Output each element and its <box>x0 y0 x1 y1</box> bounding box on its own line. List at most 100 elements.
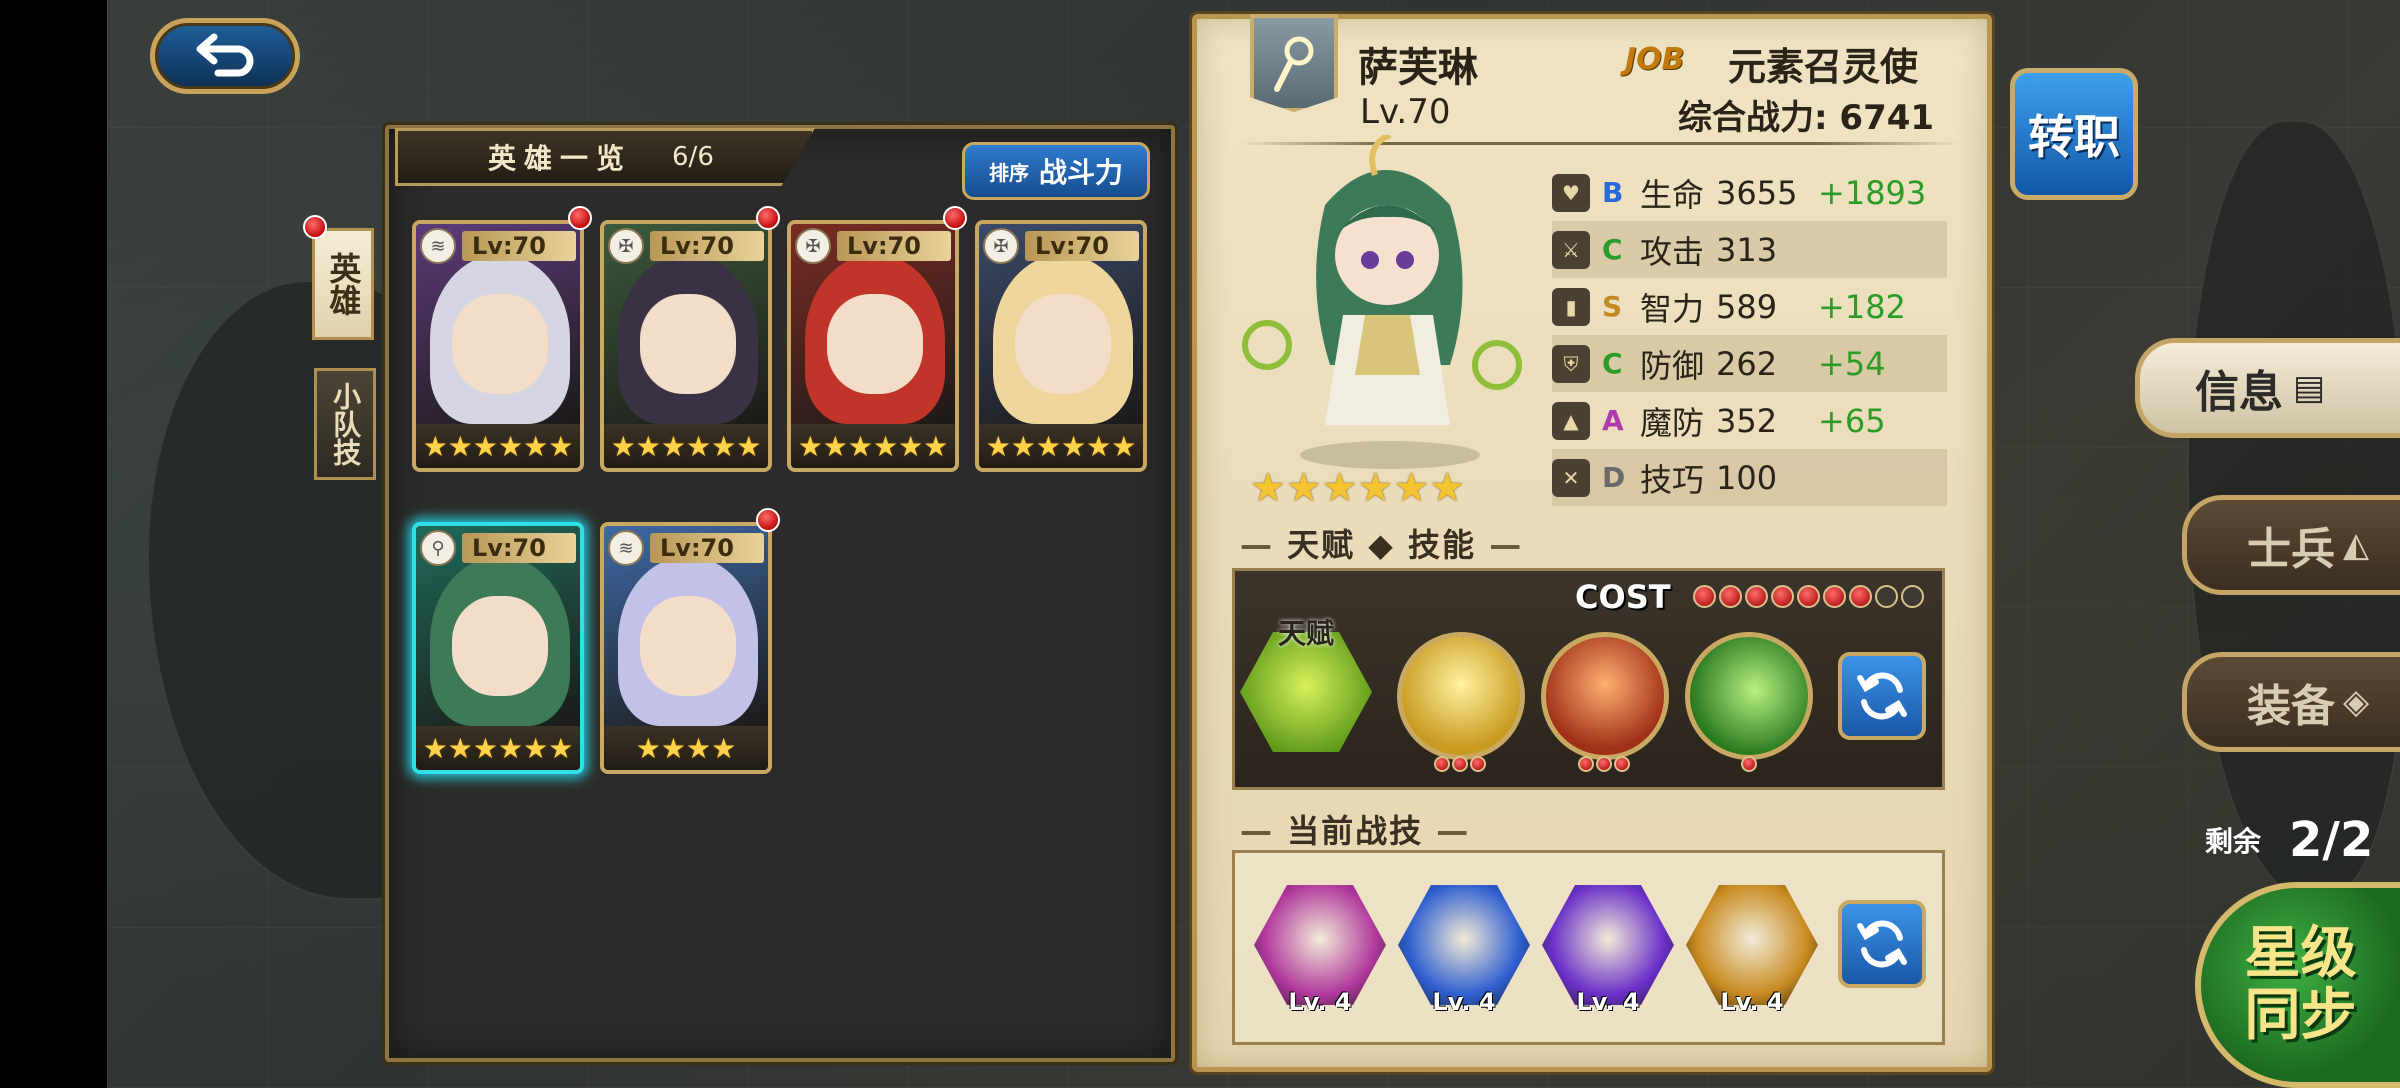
hero-count: 6/6 <box>672 142 714 172</box>
hero-card[interactable]: ✠ Lv:70 ★★★★★★ <box>787 220 959 472</box>
skill-icon-2[interactable] <box>1541 632 1669 760</box>
stat-value: 100 <box>1716 458 1778 497</box>
cost-dot <box>1797 585 1820 608</box>
battle-skill-heading-label: 当前战技 <box>1287 812 1424 850</box>
back-button[interactable] <box>150 18 300 94</box>
stat-row: ⛨ C 防御 262 +54 <box>1552 335 1947 392</box>
game-screen: 英雄一览 6/6 排序 战斗力 英雄 小队技 ≋ Lv:70 ★★★★★★ ✠ Lv:7… <box>0 0 2400 1088</box>
tab-heroes-new-badge <box>303 215 327 239</box>
cost-dot <box>1771 585 1794 608</box>
skill-2-pip <box>1596 756 1612 772</box>
equip-label: 装备 <box>2247 681 2335 732</box>
tab-heroes[interactable]: 英雄 <box>312 228 374 340</box>
stat-bonus: +54 <box>1818 344 1886 383</box>
soldier-button[interactable]: 士兵 ◭ <box>2182 495 2400 595</box>
hero-card-new-badge <box>756 206 780 230</box>
back-arrow-icon <box>196 33 254 77</box>
hero-card[interactable]: ✠ Lv:70 ★★★★★★ <box>600 220 772 472</box>
tab-team-skills[interactable]: 小队技 <box>314 368 376 480</box>
hero-card-level: Lv:70 <box>650 533 764 563</box>
battle-skill-level: Lv. 4 <box>1576 988 1640 1016</box>
staff-icon: ⚲ <box>420 530 456 566</box>
skill-icon-3[interactable] <box>1685 632 1813 760</box>
stat-row: ✕ D 技巧 100 <box>1552 449 1947 506</box>
talent-skill-heading-label: 天赋 ◆ 技能 <box>1287 526 1477 564</box>
hat-icon: ▲ <box>1552 401 1590 440</box>
stat-label: 智力 <box>1640 289 1705 328</box>
skill-icon-1[interactable] <box>1397 632 1525 760</box>
job-change-button[interactable]: 转职 <box>2010 68 2138 200</box>
hero-card-stars: ★★★★★★ <box>416 424 580 468</box>
talent-label: 天赋 <box>1278 617 1335 650</box>
stat-bonus: +65 <box>1818 401 1886 440</box>
sort-prefix: 排序 <box>988 160 1029 185</box>
hero-card-new-badge <box>943 206 967 230</box>
cost-dot <box>1745 585 1768 608</box>
tab-team-skills-label: 小队技 <box>329 382 363 466</box>
book-icon: ▮ <box>1552 287 1590 326</box>
stat-value: 352 <box>1716 401 1778 440</box>
star-sync-button[interactable]: 星级 同步 <box>2195 882 2400 1088</box>
stat-row: ⚔ C 攻击 313 <box>1552 221 1947 278</box>
cost-dot <box>1693 585 1716 608</box>
refresh-icon <box>1857 672 1907 720</box>
hero-name: 萨芙琳 <box>1358 45 1478 91</box>
hero-list-header: 英雄一览 6/6 <box>395 128 815 186</box>
battle-skill-heading: — 当前战技 — <box>1240 812 1471 850</box>
cost-dot <box>1901 585 1924 608</box>
stat-value: 3655 <box>1716 173 1798 212</box>
hero-card-stars: ★★★★★★ <box>604 424 768 468</box>
stat-row: ▮ S 智力 589 +182 <box>1552 278 1947 335</box>
hero-card-face <box>640 294 736 394</box>
heart-icon: ♥ <box>1552 173 1590 212</box>
hero-card-level: Lv:70 <box>650 231 764 261</box>
hero-card-level-badge: ⚲ Lv:70 <box>420 530 576 566</box>
cost-dot <box>1849 585 1872 608</box>
hero-level: Lv.70 <box>1360 92 1451 132</box>
hero-card[interactable]: ≋ Lv:70 ★★★★ <box>600 522 772 774</box>
stat-grade: A <box>1602 404 1624 437</box>
equip-button[interactable]: 装备 ◈ <box>2182 652 2400 752</box>
shield-icon: ⛨ <box>1552 344 1590 383</box>
hero-card-new-badge <box>568 206 592 230</box>
hero-card-level-badge: ✠ Lv:70 <box>795 228 951 264</box>
cost-dot <box>1719 585 1742 608</box>
hero-card-stars: ★★★★★★ <box>791 424 955 468</box>
stat-label: 魔防 <box>1640 403 1705 442</box>
hero-star-rating: ★★★★★★ <box>1250 465 1466 511</box>
stats-table: ♥ B 生命 3655 +1893 ⚔ C 攻击 313 ▮ S 智力 589 +182 ⛨ C 防御 262 +5… <box>1552 164 1947 506</box>
hero-card-face <box>1015 294 1111 394</box>
skill-swap-button[interactable] <box>1838 652 1926 740</box>
job-tag: JOB <box>1625 42 1685 77</box>
sync-remaining: 剩余 2/2 <box>2205 812 2373 868</box>
hero-card[interactable]: ✠ Lv:70 ★★★★★★ <box>975 220 1147 472</box>
hero-card-stars: ★★★★★★ <box>979 424 1143 468</box>
combat-power: 综合战力: 6741 <box>1678 98 1935 138</box>
hero-card-face <box>640 596 736 696</box>
job-class-icon <box>1250 14 1338 112</box>
hero-card-level-badge: ≋ Lv:70 <box>608 530 764 566</box>
sort-button[interactable]: 排序 战斗力 <box>962 142 1150 200</box>
battle-skill-level: Lv. 4 <box>1432 988 1496 1016</box>
hero-card-level: Lv:70 <box>462 231 576 261</box>
battle-skill-swap-button[interactable] <box>1838 900 1926 988</box>
stat-row: ♥ B 生命 3655 +1893 <box>1552 164 1947 221</box>
stat-label: 攻击 <box>1640 232 1705 271</box>
hero-card[interactable]: ≋ Lv:70 ★★★★★★ <box>412 220 584 472</box>
hero-card[interactable]: ⚲ Lv:70 ★★★★★★ <box>412 522 584 774</box>
hero-card-face <box>452 294 548 394</box>
battle-skill-level: Lv. 4 <box>1288 988 1352 1016</box>
skill-1-pip <box>1470 756 1486 772</box>
job-change-label: 转职 <box>2028 110 2120 164</box>
skill-1-pip <box>1434 756 1450 772</box>
stat-bonus: +182 <box>1818 287 1906 326</box>
hero-card-level-badge: ✠ Lv:70 <box>983 228 1139 264</box>
remaining-value: 2/2 <box>2289 812 2374 868</box>
helmet-icon: ◭ <box>2343 525 2370 565</box>
job-name: 元素召灵使 <box>1728 45 1919 89</box>
stat-value: 262 <box>1716 344 1778 383</box>
info-button[interactable]: 信息 ▤ <box>2135 338 2400 438</box>
hero-list-title: 英雄一览 <box>488 142 633 175</box>
stat-grade: D <box>1602 461 1626 494</box>
stat-label: 生命 <box>1640 175 1705 214</box>
